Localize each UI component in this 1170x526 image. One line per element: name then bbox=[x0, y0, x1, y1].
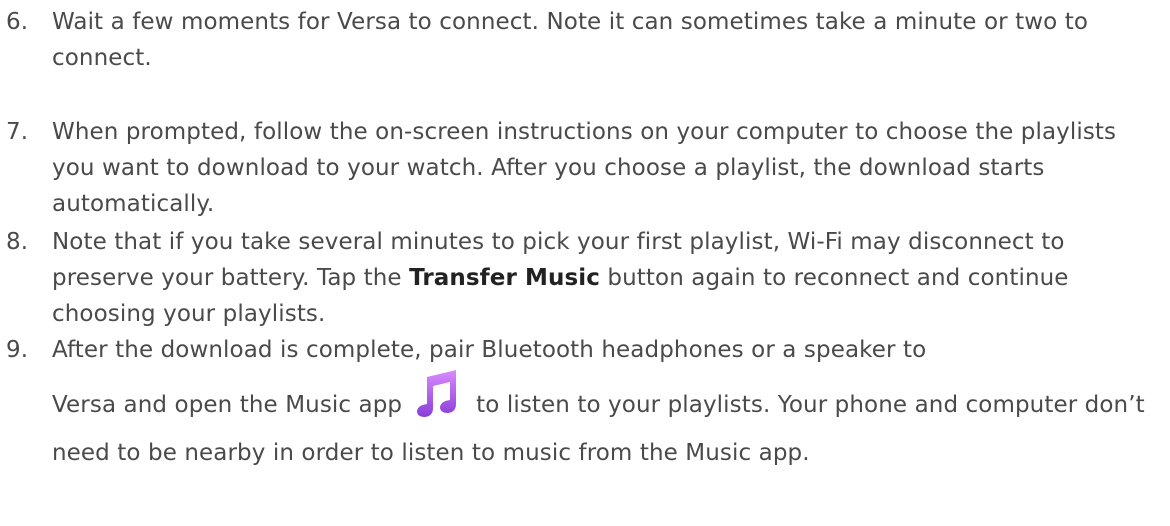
step-number: 6. bbox=[6, 9, 29, 35]
list-item-step-7: 7. When prompted, follow the on-screen i… bbox=[6, 114, 1156, 222]
list-item-step-8: 8. Note that if you take several minutes… bbox=[6, 224, 1156, 332]
list-item-step-6: 6. Wait a few moments for Versa to conne… bbox=[6, 4, 1156, 76]
step-text: When prompted, follow the on-screen inst… bbox=[52, 119, 1117, 217]
step-text-before-icon: Versa and open the Music app bbox=[52, 392, 403, 418]
step-number: 8. bbox=[6, 229, 29, 255]
list-item-step-9: 9. After the download is complete, pair … bbox=[6, 332, 1156, 471]
step-text-line1: After the download is complete, pair Blu… bbox=[52, 337, 927, 363]
step-text: After the download is complete, pair Blu… bbox=[52, 332, 1156, 471]
instruction-list: 6. Wait a few moments for Versa to conne… bbox=[0, 0, 1170, 526]
step-number: 9. bbox=[6, 337, 29, 363]
music-note-icon bbox=[412, 368, 462, 418]
step-text: Wait a few moments for Versa to connect.… bbox=[52, 9, 1088, 71]
step-number: 7. bbox=[6, 119, 29, 145]
step-text: Note that if you take several minutes to… bbox=[52, 224, 1156, 332]
transfer-music-label: Transfer Music bbox=[409, 265, 601, 291]
